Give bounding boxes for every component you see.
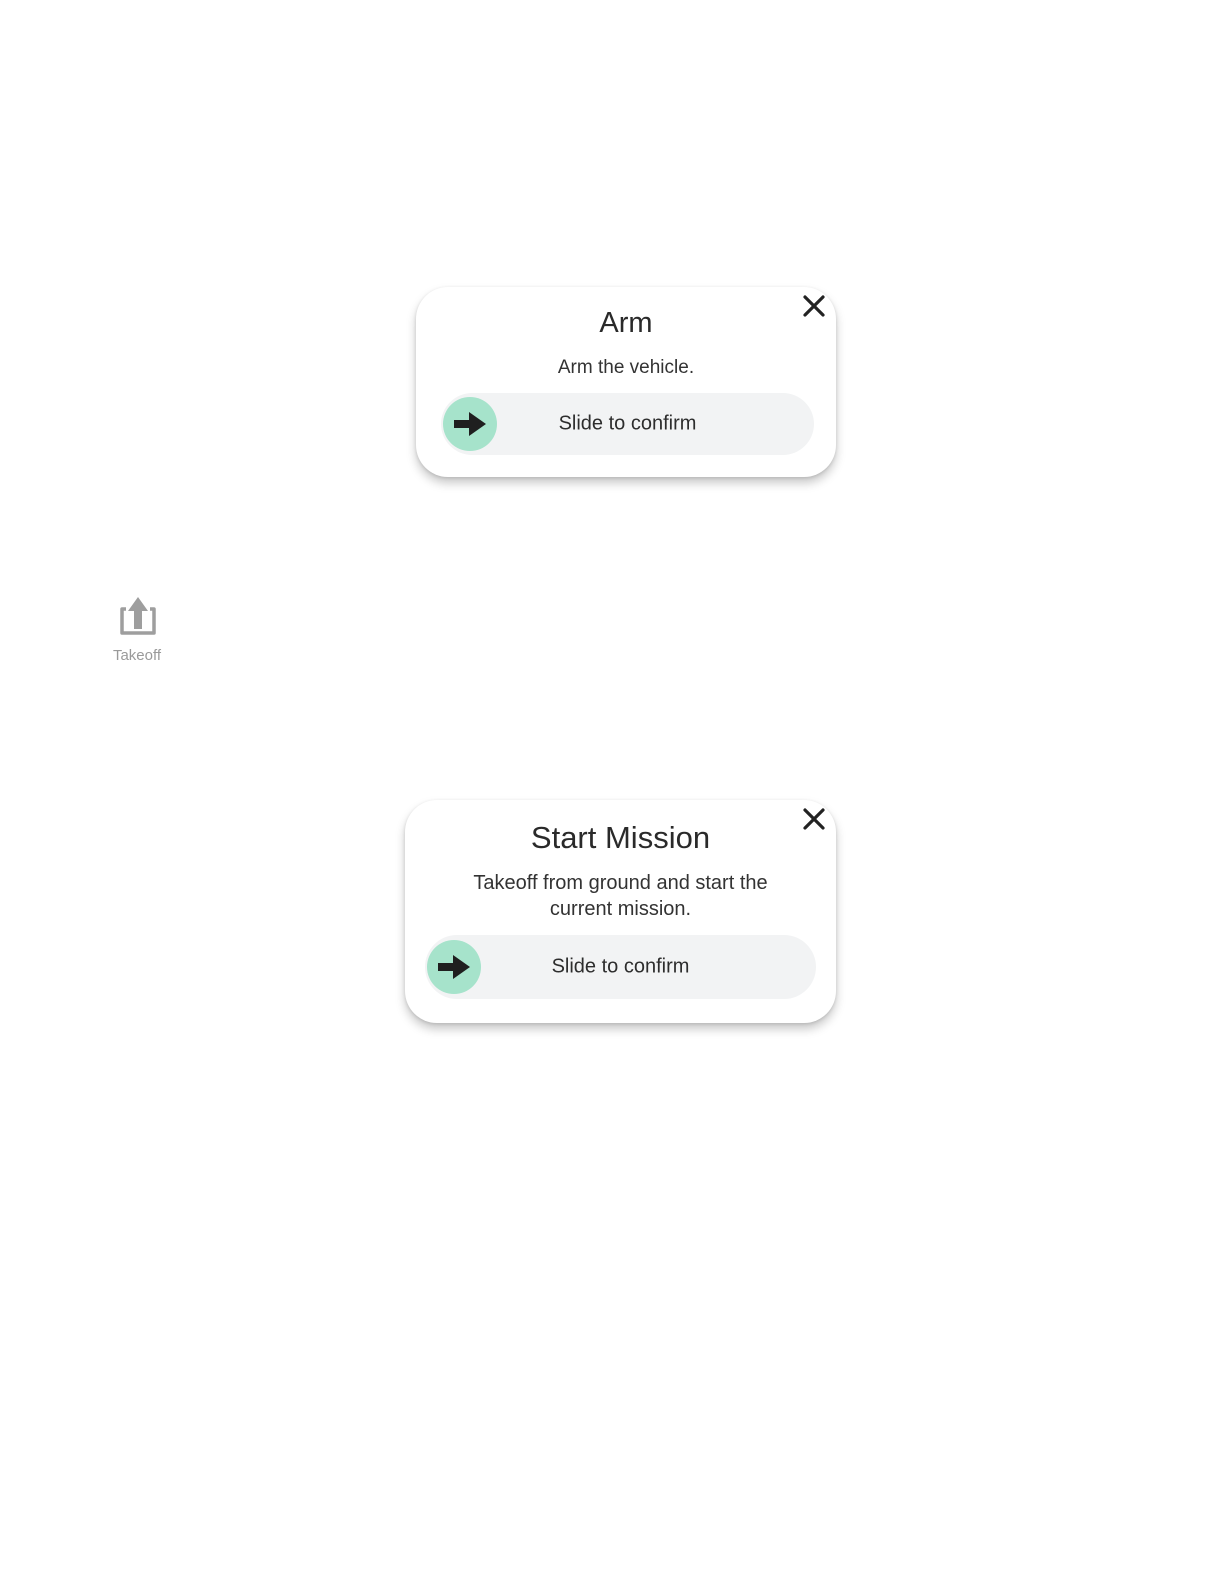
dialog-description-line: Takeoff from ground and start the xyxy=(473,872,768,894)
arrow-right-icon xyxy=(438,955,470,979)
arm-dialog: Arm Arm the vehicle. Slide to confirm xyxy=(416,287,836,477)
start-mission-dialog: Start Mission Takeoff from ground and st… xyxy=(405,800,836,1023)
slider-thumb[interactable] xyxy=(443,397,497,451)
dialog-title: Arm xyxy=(599,307,653,339)
dialog-description: Takeoff from ground and start the curren… xyxy=(435,870,806,922)
takeoff-label: Takeoff xyxy=(112,647,162,664)
takeoff-icon xyxy=(116,595,160,637)
dialog-description: Arm the vehicle. xyxy=(557,357,695,378)
close-icon[interactable] xyxy=(800,292,828,320)
dialog-description-line: current mission. xyxy=(549,898,692,920)
dialog-title: Start Mission xyxy=(530,820,711,855)
slider-thumb[interactable] xyxy=(427,940,481,994)
slide-to-confirm-slider[interactable]: Slide to confirm xyxy=(425,935,816,999)
takeoff-button[interactable]: Takeoff xyxy=(104,592,170,670)
arrow-right-icon xyxy=(454,412,486,436)
slide-to-confirm-slider[interactable]: Slide to confirm xyxy=(441,393,814,455)
close-icon[interactable] xyxy=(800,805,828,833)
slider-label: Slide to confirm xyxy=(551,955,690,978)
